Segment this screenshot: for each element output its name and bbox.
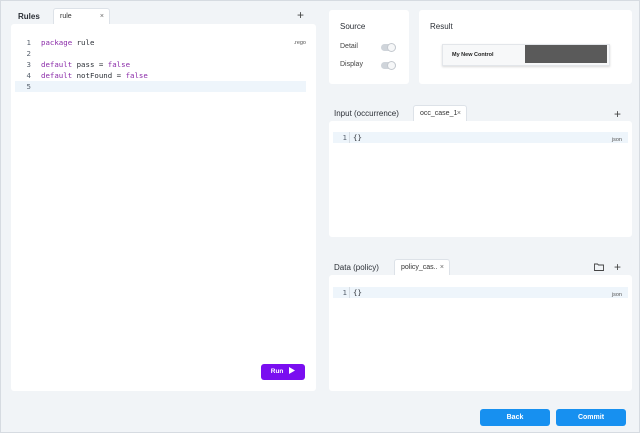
back-button[interactable]: Back [480, 409, 550, 426]
line-number: 3 [26, 60, 31, 69]
gutter-divider [349, 287, 350, 298]
line-number: 4 [26, 71, 31, 80]
line-number: 5 [26, 82, 31, 91]
code-line: 2 [11, 48, 316, 59]
data-editor[interactable]: 1 {} json [329, 275, 632, 391]
control-input-field[interactable] [525, 45, 607, 63]
code-keyword: package [41, 38, 73, 47]
add-rule-button[interactable]: + [297, 9, 304, 21]
tab-policy-case-label: policy_cas.. [401, 264, 438, 271]
code-keyword: default [41, 71, 73, 80]
code-line: 1 package rule [11, 37, 316, 48]
tab-occ-case-1-close-icon[interactable]: × [457, 110, 461, 117]
run-button[interactable]: Run [261, 364, 305, 380]
line-number: 1 [342, 288, 347, 297]
detail-label: Detail [340, 43, 358, 50]
source-title: Source [340, 22, 366, 31]
display-label: Display [340, 61, 363, 68]
tab-policy-case[interactable]: policy_cas.. × [394, 259, 450, 275]
code-text: {} [353, 133, 362, 142]
result-title: Result [430, 22, 453, 31]
code-line: 3 default pass = false [11, 59, 316, 70]
data-section-title: Data (policy) [334, 263, 379, 272]
tab-rule-close-icon[interactable]: × [100, 13, 104, 20]
add-data-button[interactable]: + [614, 261, 621, 273]
play-icon [289, 367, 296, 374]
rules-panel-title: Rules [18, 12, 40, 21]
control-label: My New Control [452, 52, 494, 58]
folder-icon[interactable] [594, 263, 604, 271]
toggle-knob [387, 43, 396, 52]
tab-occ-case-1[interactable]: occ_case_1 × [413, 105, 467, 121]
code-text: pass = [72, 60, 108, 69]
code-keyword: default [41, 60, 73, 69]
data-file-extension: json [611, 292, 622, 298]
line-number: 1 [26, 38, 31, 47]
code-keyword: false [125, 71, 148, 80]
code-keyword: false [107, 60, 131, 69]
input-section-title: Input (occurrence) [334, 109, 399, 118]
code-text: rule [72, 38, 95, 47]
detail-toggle[interactable] [381, 43, 396, 52]
tab-occ-case-1-label: occ_case_1 [420, 110, 458, 117]
run-button-label: Run [270, 368, 284, 375]
gutter-divider [349, 132, 350, 143]
code-text: {} [353, 288, 362, 297]
code-line: 4 default notFound = false [11, 70, 316, 81]
toggle-knob [387, 61, 396, 70]
commit-button[interactable]: Commit [556, 409, 626, 426]
code-line-active[interactable]: 1 {} json [333, 132, 628, 143]
tab-rule[interactable]: rule × [53, 8, 110, 24]
display-toggle[interactable] [381, 61, 396, 70]
add-input-button[interactable]: + [614, 108, 621, 120]
tab-policy-case-close-icon[interactable]: × [440, 264, 444, 271]
code-line-active[interactable]: 1 {} json [333, 287, 628, 298]
input-file-extension: json [611, 137, 622, 143]
line-number: 1 [342, 133, 347, 142]
code-text: notFound = [72, 71, 126, 80]
input-editor[interactable]: 1 {} json [329, 121, 632, 237]
line-number: 2 [26, 49, 31, 58]
code-line-active[interactable]: 5 [15, 81, 306, 92]
tab-rule-label: rule [60, 13, 72, 20]
rules-editor[interactable]: .rego 1 package rule 2 3 default pass = … [11, 24, 316, 391]
